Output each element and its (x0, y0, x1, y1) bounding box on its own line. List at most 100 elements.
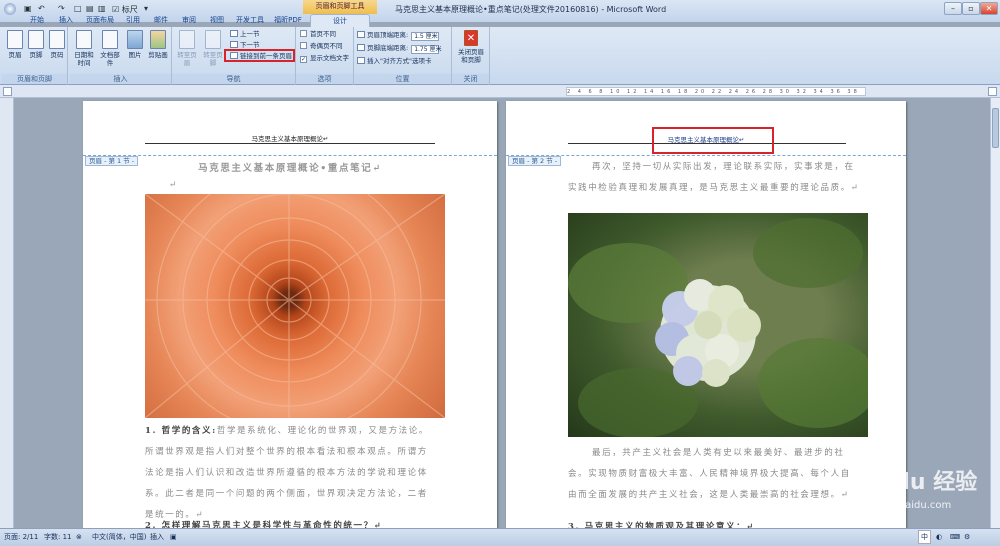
different-odd-even-checkbox[interactable]: 奇偶页不同 (300, 41, 343, 51)
tab-insert[interactable]: 插入 (55, 14, 77, 27)
tab-foxit-pdf[interactable]: 福昕PDF (272, 14, 304, 27)
header-icon (7, 30, 23, 49)
clipart-button[interactable]: 剪贴画 (147, 30, 169, 59)
show-document-text-label: 显示文档文字 (310, 54, 349, 62)
calendar-icon (76, 30, 92, 49)
header-button-label: 页眉 (8, 51, 22, 59)
status-words[interactable]: 字数: 11 (44, 529, 72, 545)
goto-footer-button[interactable]: 转至页脚 (201, 30, 225, 67)
page1-header-text[interactable]: 马克思主义基本原理概论↵ (83, 133, 497, 143)
document-page-1[interactable]: 马克思主义基本原理概论↵ 页眉 - 第 1 节 - 马克思主义基本原理概论•重点… (83, 101, 497, 531)
highlight-link-to-previous (224, 49, 295, 62)
keyboard-icon[interactable]: ⌨ (950, 529, 960, 545)
prev-section-button[interactable]: 上一节 (230, 29, 260, 39)
goto-footer-icon (205, 30, 221, 49)
picture-button[interactable]: 图片 (124, 30, 146, 59)
page2-header-tag: 页眉 - 第 2 节 - (508, 156, 562, 166)
different-odd-even-label: 奇偶页不同 (310, 42, 343, 50)
different-first-page-label: 首页不同 (310, 30, 336, 38)
paragraph-mark: ↵ (169, 180, 178, 190)
group-insert: 日期和时间 文档部件 图片 剪贴画 插入 (70, 27, 172, 85)
group-header-footer: 页眉 页脚 页码 页眉和页脚 (2, 27, 68, 85)
alignment-tab-icon (357, 57, 365, 64)
footer-button-label: 页脚 (29, 51, 43, 59)
page1-header-tag: 页眉 - 第 1 节 - (85, 156, 139, 166)
header-boundary (83, 155, 497, 156)
macro-record-icon[interactable]: ▣ (170, 529, 177, 545)
chrysanthemum-image[interactable] (145, 194, 445, 418)
header-underline (145, 143, 435, 144)
page1-para1-text: 哲学是系统化、理论化的世界观，又是方法论。所谓世界观是指人们对整个世界的根本看法… (145, 426, 429, 520)
watermark-brand: Baidu 经验 (855, 470, 978, 495)
ruler-bar: 2 4 6 8 10 12 14 16 18 20 22 24 26 28 30… (0, 85, 1000, 98)
tab-home[interactable]: 开始 (26, 14, 48, 27)
close-header-footer-label: 关闭页眉和页脚 (458, 48, 484, 64)
status-bar: 页面: 2/11 字数: 11 ⊗ 中文(简体，中国) 插入 ▣ 中 ◐ ⌨ ⚙ (0, 528, 1000, 546)
status-insert-mode[interactable]: 插入 (150, 529, 164, 545)
tab-view[interactable]: 视图 (206, 14, 228, 27)
horizontal-ruler[interactable]: 2 4 6 8 10 12 14 16 18 20 22 24 26 28 30… (566, 87, 866, 96)
tab-design[interactable]: 设计 (310, 14, 370, 27)
status-page[interactable]: 页面: 2/11 (4, 529, 38, 545)
header-button[interactable]: 页眉 (4, 30, 26, 59)
tab-page-layout[interactable]: 页面布局 (84, 14, 116, 27)
prev-section-label: 上一节 (240, 30, 260, 38)
hydrangea-graphic (568, 218, 868, 437)
page-number-button[interactable]: 页码 (46, 30, 68, 59)
goto-footer-label: 转至页脚 (203, 51, 223, 67)
datetime-button[interactable]: 日期和时间 (72, 30, 96, 67)
footer-icon (28, 30, 44, 49)
page1-para1-heading: 1. 哲学的含义: (145, 426, 217, 436)
ruler-toggle-icon[interactable] (988, 87, 997, 96)
close-icon: ✕ (464, 30, 478, 46)
tab-references[interactable]: 引用 (122, 14, 144, 27)
tab-developer[interactable]: 开发工具 (234, 14, 266, 27)
header-distance-input[interactable]: 1.5 厘米 (411, 32, 440, 41)
checkbox-icon (300, 42, 307, 49)
close-header-footer-button[interactable]: ✕ 关闭页眉和页脚 (457, 30, 485, 64)
header-boundary (506, 155, 906, 156)
page1-doc-title-text: 马克思主义基本原理概论•重点笔记↵ (198, 163, 382, 174)
tab-review[interactable]: 审阅 (178, 14, 200, 27)
settings-icon[interactable]: ⚙ (964, 529, 970, 545)
different-first-page-checkbox[interactable]: 首页不同 (300, 29, 336, 39)
group-label: 插入 (70, 74, 171, 84)
datetime-button-label: 日期和时间 (74, 51, 94, 67)
goto-header-button[interactable]: 转至页眉 (175, 30, 199, 67)
page-number-icon (49, 30, 65, 49)
quickparts-button[interactable]: 文档部件 (98, 30, 122, 67)
group-label: 关闭 (452, 74, 489, 84)
page1-paragraph-1[interactable]: 1. 哲学的含义:哲学是系统化、理论化的世界观，又是方法论。所谓世界观是指人们对… (145, 421, 437, 526)
picture-button-label: 图片 (128, 51, 142, 59)
header-distance-row: 页眉顶端距离: 1.5 厘米 (357, 30, 440, 41)
footer-button[interactable]: 页脚 (25, 30, 47, 59)
page2-paragraph-1[interactable]: 再次，坚持一切从实际出发，理论联系实际，实事求是，在实践中检验真理和发展真理，是… (568, 157, 860, 199)
header-distance-label: 页眉顶端距离: (367, 31, 409, 39)
group-options: 首页不同 奇偶页不同 ✓ 显示文档文字 选项 (296, 27, 354, 85)
hydrangea-image[interactable] (568, 213, 868, 437)
goto-header-icon (179, 30, 195, 49)
next-icon (230, 41, 238, 48)
scrollbar-thumb[interactable] (992, 108, 999, 148)
watermark-url: jingyan.baidu.com (859, 500, 952, 511)
ribbon: 页眉 页脚 页码 页眉和页脚 日期和时间 文档部件 图片 剪贴画 插入 转至页眉… (0, 27, 1000, 85)
footer-distance-input[interactable]: 1.75 厘米 (411, 45, 441, 54)
clipart-button-label: 剪贴画 (148, 51, 168, 59)
punctuation-icon[interactable]: ◐ (936, 529, 942, 545)
footer-distance-label: 页脚底端距离: (367, 44, 409, 52)
picture-icon (127, 30, 143, 49)
tab-mailings[interactable]: 邮件 (150, 14, 172, 27)
clipart-icon (150, 30, 166, 49)
show-document-text-checkbox[interactable]: ✓ 显示文档文字 (300, 53, 349, 63)
status-language[interactable]: 中文(简体，中国) (92, 529, 146, 545)
group-label: 导航 (172, 74, 295, 84)
context-tab-group-label: 页眉和页脚工具 (303, 0, 377, 14)
spelling-check-icon[interactable]: ⊗ (76, 529, 82, 545)
document-page-2[interactable]: 马克思主义基本原理概论↵ 页眉 - 第 2 节 - 再次，坚持一切从实际出发，理… (506, 101, 906, 532)
insert-alignment-tab-button[interactable]: 插入"对齐方式"选项卡 (357, 56, 431, 66)
tab-selector-icon[interactable] (3, 87, 12, 96)
insert-alignment-tab-label: 插入"对齐方式"选项卡 (367, 57, 432, 65)
ribbon-tabs: 开始 插入 页面布局 引用 邮件 审阅 视图 开发工具 福昕PDF 设计 (0, 13, 1000, 27)
ime-indicator[interactable]: 中 (918, 530, 931, 544)
page2-paragraph-2[interactable]: 最后，共产主义社会是人类有史以来最美好、最进步的社会。实现物质财富极大丰富、人民… (568, 443, 860, 506)
